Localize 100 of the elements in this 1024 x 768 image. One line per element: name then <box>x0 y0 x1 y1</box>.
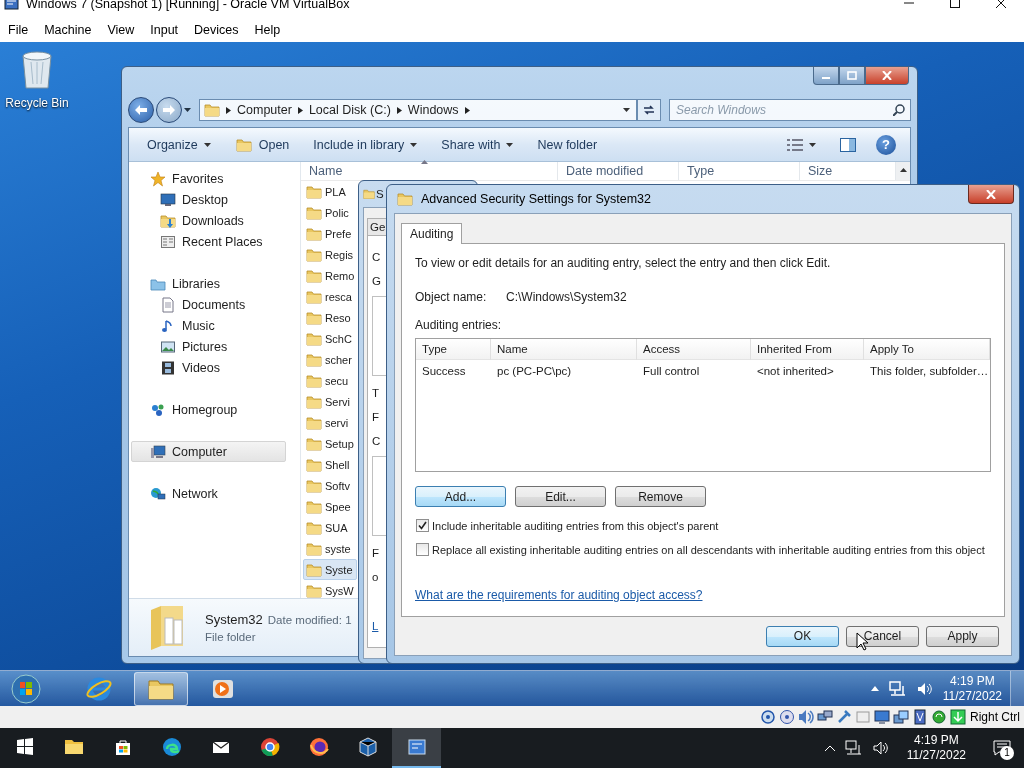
file-row[interactable]: SchC <box>303 328 357 349</box>
refresh-button[interactable] <box>637 99 661 121</box>
chevron-icon <box>226 106 231 114</box>
document-icon <box>160 296 176 313</box>
file-row[interactable]: Shell <box>303 454 357 475</box>
minimize-button[interactable] <box>813 67 839 85</box>
toolbar-button[interactable]: Organize <box>137 132 221 157</box>
help-link[interactable]: What are the requirements for auditing object access? <box>415 588 703 602</box>
nav-item[interactable]: Libraries <box>131 273 286 294</box>
file-row[interactable]: resca <box>303 286 357 307</box>
toolbar-button[interactable]: Share with <box>431 132 524 157</box>
column-header[interactable]: Inherited From <box>751 338 864 360</box>
item-date: Date modified: 1 <box>267 614 352 626</box>
column-header[interactable]: Type <box>416 338 491 360</box>
chevron-icon <box>297 106 303 114</box>
usb-icon <box>836 709 852 725</box>
menu-item[interactable]: File <box>0 23 37 37</box>
forward-button[interactable] <box>156 97 182 123</box>
nav-item[interactable]: Music <box>131 315 286 336</box>
menu-item[interactable]: Machine <box>36 23 100 37</box>
menu-item[interactable]: View <box>99 23 143 37</box>
object-name: C:\Windows\System32 <box>506 290 627 304</box>
close-button[interactable] <box>968 185 1014 204</box>
file-row[interactable]: PLA <box>303 181 357 202</box>
checkbox-label[interactable]: Include inheritable auditing entries from this object's parent <box>432 519 719 532</box>
tab[interactable]: Auditing <box>401 223 463 244</box>
back-button[interactable] <box>128 97 154 123</box>
column-header[interactable]: Date modified <box>558 162 679 180</box>
file-row[interactable]: SUA <box>303 517 357 538</box>
checkbox[interactable] <box>416 543 429 556</box>
file-row[interactable]: Servi <box>303 391 357 412</box>
nav-item[interactable]: Downloads <box>131 210 286 231</box>
nav-item[interactable]: Network <box>131 483 286 504</box>
file-row[interactable]: scher <box>303 349 357 370</box>
nav-item[interactable]: Computer <box>131 441 286 462</box>
breadcrumb-item[interactable]: Windows <box>407 103 459 117</box>
notifications-button[interactable]: 1 <box>984 728 1020 768</box>
dialog-button[interactable]: OK <box>766 625 839 647</box>
file-row[interactable]: Spee <box>303 496 357 517</box>
desktop-icon-label[interactable]: Recycle Bin <box>5 96 69 110</box>
label-text: o <box>372 570 379 584</box>
table-cell-text: This folder, subfolder… <box>869 364 990 377</box>
breadcrumb-item[interactable]: Local Disk (C:) <box>308 103 391 117</box>
file-row[interactable]: Regis <box>303 244 357 265</box>
breadcrumb-item[interactable]: Computer <box>237 103 292 117</box>
nav-item[interactable]: Favorites <box>131 168 286 189</box>
checkbox[interactable] <box>416 519 429 532</box>
file-row[interactable]: syste <box>303 538 357 559</box>
dropdown-icon <box>623 108 631 112</box>
label-text: C <box>372 434 381 448</box>
label-text: C <box>372 250 381 264</box>
nav-item[interactable]: Homegroup <box>131 399 286 420</box>
dialog-button[interactable]: Add... <box>415 486 506 507</box>
clock-date: 11/27/2022 <box>906 748 966 763</box>
close-icon <box>986 189 996 199</box>
file-row[interactable]: Setup <box>303 433 357 454</box>
clock-time: 4:19 PM <box>950 673 995 689</box>
file-row[interactable]: Remo <box>303 265 357 286</box>
column-header[interactable]: Apply To <box>864 338 990 360</box>
show-desktop-button[interactable] <box>1010 670 1024 706</box>
toolbar-button[interactable]: Open <box>224 132 300 157</box>
column-header[interactable]: Type <box>679 162 800 180</box>
chrome-circle-icon <box>259 737 280 757</box>
file-row[interactable]: Polic <box>303 202 357 223</box>
file-row[interactable]: Syste <box>303 559 357 580</box>
dialog-button[interactable]: Apply <box>926 625 999 647</box>
nav-item[interactable]: Pictures <box>131 336 286 357</box>
address-bar[interactable]: Computer Local Disk (C:) Windows <box>199 99 638 121</box>
scrollbar[interactable] <box>896 162 910 180</box>
file-row[interactable]: SysW <box>303 580 357 601</box>
link[interactable]: L <box>372 619 379 633</box>
tab[interactable]: Ge <box>367 218 389 235</box>
file-row[interactable]: servi <box>303 412 357 433</box>
toolbar-button[interactable]: New folder <box>527 132 608 157</box>
menu-item[interactable]: Devices <box>186 23 247 37</box>
file-row[interactable]: Reso <box>303 307 357 328</box>
window-icon <box>406 737 427 757</box>
dialog-button[interactable]: Edit... <box>515 486 606 507</box>
dialog-button[interactable]: Cancel <box>846 625 919 647</box>
nav-item[interactable]: Recent Places <box>131 231 286 252</box>
toolbar-button[interactable]: Include in library <box>303 132 428 157</box>
dialog-title: S <box>376 188 384 200</box>
nav-item[interactable]: Desktop <box>131 189 286 210</box>
column-header[interactable]: Access <box>637 338 751 360</box>
nav-item[interactable]: Videos <box>131 357 286 378</box>
checkbox-label[interactable]: Replace all existing inheritable auditing entries on all descendants with inheritable auditing entries from this object <box>432 543 985 556</box>
maximize-icon <box>847 71 857 80</box>
cube-icon <box>357 737 378 757</box>
nav-item[interactable]: Documents <box>131 294 286 315</box>
search-field[interactable]: Search Windows <box>669 99 911 121</box>
file-row[interactable]: Softv <box>303 475 357 496</box>
dialog-button[interactable]: Remove <box>615 486 706 507</box>
caret-icon <box>809 142 816 147</box>
menu-item[interactable]: Help <box>246 23 289 37</box>
menu-item[interactable]: Input <box>142 23 187 37</box>
file-row[interactable]: secu <box>303 370 357 391</box>
file-row[interactable]: Prefe <box>303 223 357 244</box>
section-label: Auditing entries: <box>415 318 503 332</box>
column-header[interactable]: Name <box>491 338 637 360</box>
disc-icon <box>779 709 795 725</box>
